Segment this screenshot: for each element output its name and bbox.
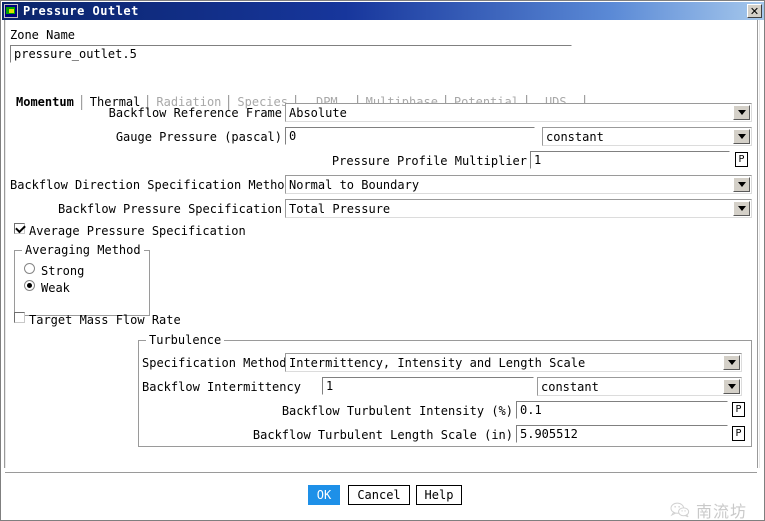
backflow-turbulent-length-scale-label: Backflow Turbulent Length Scale (in) [242, 428, 513, 442]
backflow-pressure-spec-label: Backflow Pressure Specification [10, 202, 282, 216]
dialog-body: Zone Name pressure_outlet.5 Momentum The… [2, 20, 765, 521]
target-mass-flow-rate-label: Target Mass Flow Rate [29, 313, 181, 327]
title-bar: Pressure Outlet ✕ [2, 2, 765, 20]
turbulence-specification-method-value: Intermittency, Intensity and Length Scal… [286, 356, 741, 370]
close-icon[interactable]: ✕ [747, 4, 762, 18]
watermark-text: 南流坊 [696, 498, 747, 521]
left-frame-rule [4, 20, 6, 468]
zone-name-input[interactable]: pressure_outlet.5 [10, 45, 572, 63]
zone-name-label: Zone Name [10, 28, 75, 42]
chevron-down-icon[interactable] [723, 379, 740, 394]
average-pressure-specification-label: Average Pressure Specification [29, 224, 246, 238]
backflow-turbulent-length-scale-profile-button[interactable]: P [732, 426, 745, 441]
backflow-pressure-spec-select[interactable]: Total Pressure [285, 199, 752, 218]
backflow-intermittency-method-select[interactable]: constant [537, 377, 742, 396]
backflow-intermittency-input[interactable]: 1 [322, 377, 534, 395]
backflow-reference-frame-select[interactable]: Absolute [285, 103, 752, 122]
backflow-intermittency-method-value: constant [538, 380, 741, 394]
cancel-button[interactable]: Cancel [348, 485, 410, 505]
turbulence-title: Turbulence [146, 334, 224, 346]
gauge-pressure-input[interactable]: 0 [285, 127, 535, 145]
backflow-turbulent-intensity-label: Backflow Turbulent Intensity (%) [242, 404, 513, 418]
gauge-pressure-label: Gauge Pressure (pascal) [102, 130, 282, 144]
pressure-profile-multiplier-input[interactable]: 1 [530, 151, 730, 169]
footer-divider [5, 472, 757, 474]
backflow-turbulent-intensity-profile-button[interactable]: P [732, 402, 745, 417]
gauge-pressure-method-value: constant [543, 130, 751, 144]
footer-bar: OK Cancel Help [3, 476, 765, 520]
averaging-method-weak-label: Weak [41, 281, 70, 295]
backflow-intermittency-label: Backflow Intermittency [142, 380, 284, 394]
backflow-turbulent-length-scale-input[interactable]: 5.905512 [516, 425, 728, 443]
averaging-method-strong-label: Strong [41, 264, 84, 278]
chevron-down-icon[interactable] [733, 105, 750, 120]
right-frame-rule [757, 20, 760, 468]
chevron-down-icon[interactable] [723, 355, 740, 370]
averaging-method-strong-radio[interactable] [24, 263, 35, 274]
help-button[interactable]: Help [416, 485, 462, 505]
target-mass-flow-rate-checkbox[interactable] [14, 312, 25, 323]
chevron-down-icon[interactable] [733, 177, 750, 192]
backflow-reference-frame-value: Absolute [286, 106, 751, 120]
backflow-direction-spec-value: Normal to Boundary [286, 178, 751, 192]
pressure-outlet-dialog: Pressure Outlet ✕ Zone Name pressure_out… [0, 0, 765, 521]
turbulence-specification-method-select[interactable]: Intermittency, Intensity and Length Scal… [285, 353, 742, 372]
average-pressure-specification-checkbox[interactable] [14, 223, 25, 234]
window-title: Pressure Outlet [23, 4, 139, 18]
watermark: 南流坊 [669, 498, 747, 521]
pressure-profile-multiplier-profile-button[interactable]: P [735, 152, 748, 167]
averaging-method-title: Averaging Method [22, 244, 144, 256]
fluent-app-icon [4, 4, 18, 18]
backflow-pressure-spec-value: Total Pressure [286, 202, 751, 216]
backflow-direction-spec-label: Backflow Direction Specification Method [10, 178, 282, 192]
chevron-down-icon[interactable] [733, 201, 750, 216]
ok-button[interactable]: OK [308, 485, 340, 505]
backflow-turbulent-intensity-input[interactable]: 0.1 [516, 401, 728, 419]
chevron-down-icon[interactable] [733, 129, 750, 144]
turbulence-specification-method-label: Specification Method [142, 356, 284, 370]
backflow-direction-spec-select[interactable]: Normal to Boundary [285, 175, 752, 194]
gauge-pressure-method-select[interactable]: constant [542, 127, 752, 146]
wechat-icon [669, 501, 691, 519]
averaging-method-weak-radio[interactable] [24, 280, 35, 291]
backflow-reference-frame-label: Backflow Reference Frame [52, 106, 282, 120]
pressure-profile-multiplier-label: Pressure Profile Multiplier [302, 154, 527, 168]
